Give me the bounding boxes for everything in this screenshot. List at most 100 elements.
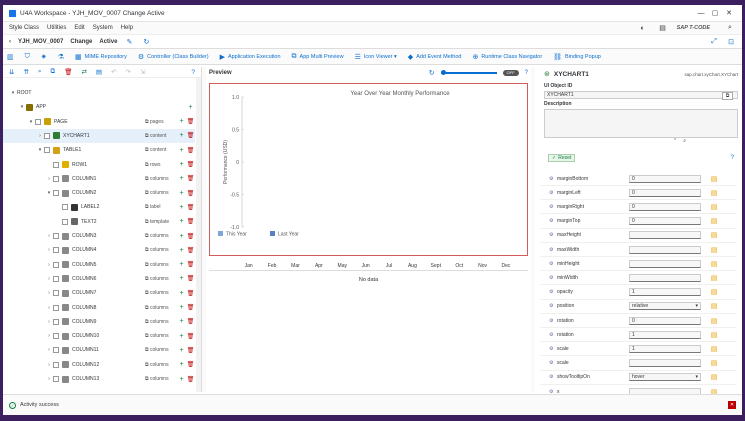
add-child-icon[interactable]: + (177, 333, 186, 340)
add-event-method-button[interactable]: ◆ Add Event Method (408, 53, 462, 61)
add-child-icon[interactable]: + (177, 161, 186, 168)
node-checkbox[interactable] (53, 190, 59, 197)
node-checkbox[interactable] (53, 361, 59, 368)
description-field[interactable] (544, 109, 738, 138)
node-checkbox[interactable] (53, 233, 59, 239)
delete-node-icon[interactable]: 🗑 (186, 204, 195, 211)
refresh-icon[interactable]: ↻ (141, 38, 151, 46)
property-select[interactable]: hover ▾ (629, 373, 701, 382)
wizard-icon[interactable]: ⇲ (140, 68, 145, 76)
expand-arrow-icon[interactable]: › (45, 247, 53, 253)
expand-arrow-icon[interactable]: ▾ (36, 147, 44, 153)
add-child-icon[interactable]: + (177, 132, 186, 139)
binding-icon[interactable]: ▤ (707, 203, 721, 211)
tree-node[interactable]: ▾ PAGE ⧉ pages + 🗑 (3, 115, 195, 129)
preview-refresh-icon[interactable]: ↻ (429, 69, 435, 77)
filter-search-icon[interactable]: ⌕ (683, 138, 686, 144)
tree-node[interactable]: ▾ TABLE1 ⧉ content + 🗑 (3, 143, 195, 157)
expand-arrow-icon[interactable]: ▾ (9, 90, 17, 96)
table-column-header[interactable]: Jan (237, 261, 260, 270)
menu-utilities[interactable]: Utilities (47, 25, 66, 31)
expand-arrow-icon[interactable]: › (45, 305, 53, 311)
add-child-icon[interactable]: + (177, 147, 186, 154)
table-column-header[interactable]: Jun (354, 261, 377, 270)
node-checkbox[interactable] (53, 247, 59, 254)
tree-node[interactable]: ▾ APP + (3, 100, 195, 114)
binding-icon[interactable]: ▤ (707, 231, 721, 239)
delete-node-icon[interactable]: 🗑 (186, 275, 195, 282)
add-child-icon[interactable]: + (177, 361, 186, 368)
check-icon[interactable]: ⛉ (25, 53, 30, 61)
tree-node[interactable]: TEXT2 ⧉ template + 🗑 (3, 215, 195, 229)
binding-icon[interactable]: ▤ (707, 331, 721, 339)
delete-node-icon[interactable]: 🗑 (186, 132, 195, 139)
properties-help-icon[interactable]: ? (731, 155, 734, 161)
node-checkbox[interactable] (35, 118, 41, 125)
tree-node[interactable]: › COLUMN3 ⧉ columns + 🗑 (3, 229, 195, 243)
delete-node-icon[interactable]: 🗑 (186, 347, 195, 354)
delete-icon[interactable]: 🗑 (64, 68, 72, 76)
help-icon[interactable]: ? (191, 69, 195, 76)
add-child-icon[interactable]: + (177, 175, 186, 182)
tree-node[interactable]: › COLUMN10 ⧉ columns + 🗑 (3, 329, 195, 343)
tree-node[interactable]: › COLUMN4 ⧉ columns + 🗑 (3, 243, 195, 257)
expand-arrow-icon[interactable]: › (36, 133, 44, 139)
menu-edit[interactable]: Edit (74, 25, 84, 31)
node-checkbox[interactable] (53, 275, 59, 282)
add-child-icon[interactable]: + (177, 275, 186, 282)
table-column-header[interactable]: Apr (307, 261, 330, 270)
binding-icon[interactable]: ▤ (707, 246, 721, 254)
close-window-button[interactable]: ✕ (722, 9, 736, 17)
binding-icon[interactable]: ▤ (707, 260, 721, 268)
property-input[interactable]: 0 (629, 316, 701, 325)
tree-node[interactable]: › COLUMN7 ⧉ columns + 🗑 (3, 286, 195, 300)
add-child-icon[interactable]: + (177, 247, 186, 254)
property-input[interactable] (629, 259, 701, 268)
delete-node-icon[interactable]: 🗑 (186, 304, 195, 311)
node-checkbox[interactable] (53, 318, 59, 325)
sidebar-toggle-icon[interactable]: ▥ (7, 53, 14, 61)
add-child-icon[interactable]: + (177, 304, 186, 311)
binding-icon[interactable]: ▤ (707, 189, 721, 197)
tree-node[interactable]: › COLUMN11 ⧉ columns + 🗑 (3, 343, 195, 357)
expand-arrow-icon[interactable]: › (45, 333, 53, 339)
runtime-class-navigator-button[interactable]: ⊕ Runtime Class Navigator (472, 53, 542, 61)
property-input[interactable]: 0 (629, 217, 701, 226)
add-child-icon[interactable]: + (177, 290, 186, 297)
preview-toggle[interactable]: OFF (502, 69, 519, 76)
delete-node-icon[interactable]: 🗑 (186, 118, 195, 125)
tree-node[interactable]: › COLUMN8 ⧉ columns + 🗑 (3, 301, 195, 315)
binding-icon[interactable]: ▤ (707, 373, 721, 381)
property-input[interactable]: 0 (629, 174, 701, 183)
expand-all-icon[interactable]: ⇊ (9, 68, 14, 76)
add-child-icon[interactable]: + (177, 118, 186, 125)
tree-node[interactable]: › COLUMN6 ⧉ columns + 🗑 (3, 272, 195, 286)
add-child-icon[interactable]: + (177, 318, 186, 325)
binding-icon[interactable]: ▤ (707, 274, 721, 282)
undo-icon[interactable]: ↶ (111, 68, 116, 76)
application-execution-button[interactable]: ▶ Application Execution (220, 53, 281, 61)
add-child-icon[interactable]: + (186, 104, 195, 111)
binding-icon[interactable]: ▤ (707, 175, 721, 183)
node-checkbox[interactable] (53, 175, 59, 182)
table-column-header[interactable]: Dec (494, 261, 517, 270)
tree-scrollbar[interactable] (196, 78, 201, 392)
menu-style-class[interactable]: Style Class (9, 25, 39, 31)
add-child-icon[interactable]: + (177, 261, 186, 268)
delete-node-icon[interactable]: 🗑 (186, 361, 195, 368)
minimize-button[interactable]: — (694, 10, 708, 17)
sap-icon[interactable]: ▤ (657, 24, 669, 32)
node-checkbox[interactable] (53, 304, 59, 311)
expand-arrow-icon[interactable]: ▾ (27, 119, 35, 125)
property-input[interactable]: 0 (629, 188, 701, 197)
copy-icon[interactable]: ⧉ (51, 68, 56, 76)
node-checkbox[interactable] (53, 261, 59, 268)
property-select[interactable]: relative ▾ (629, 302, 701, 311)
activate-icon[interactable]: ✷ (41, 53, 47, 61)
tree-node[interactable]: › COLUMN1 ⧉ columns + 🗑 (3, 172, 195, 186)
expand-arrow-icon[interactable]: › (45, 319, 53, 325)
property-input[interactable]: 1 (629, 330, 701, 339)
tree-node[interactable]: › COLUMN12 ⧉ columns + 🗑 (3, 358, 195, 372)
theme-icon[interactable]: ◐ (637, 25, 649, 32)
right-splitter[interactable] (531, 67, 535, 392)
